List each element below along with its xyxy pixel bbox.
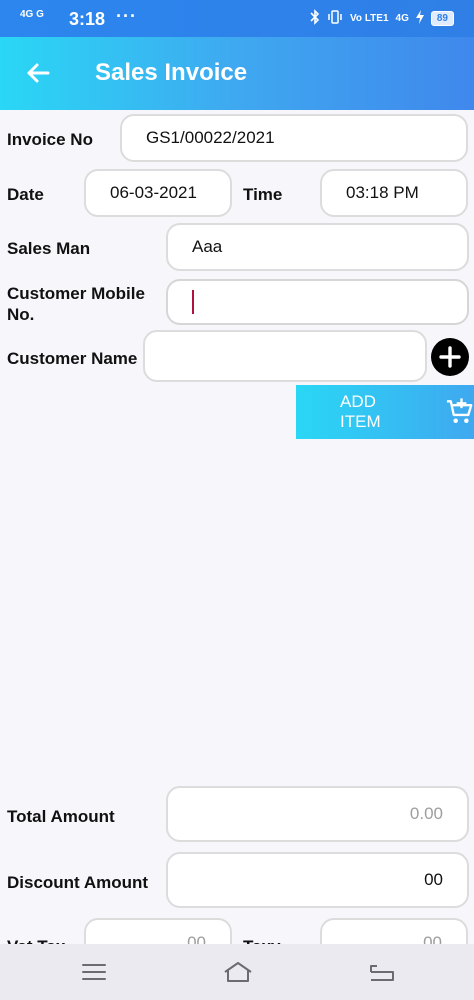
signal-indicator: 4G G [20,9,44,20]
text-cursor [192,290,194,314]
date-label: Date [7,185,44,204]
customer-mobile-label-line2: No. [7,305,35,324]
total-amount-field: 0.00 [166,786,469,842]
add-customer-button[interactable] [431,338,469,376]
page-title: Sales Invoice [95,59,248,86]
battery-indicator: 89 [430,11,454,26]
customer-mobile-label: Customer Mobile No. [7,283,145,325]
invoice-no-field[interactable]: GS1/00022/2021 [120,114,468,162]
sales-man-field[interactable]: Aaa [166,223,469,271]
app-bar: Sales Invoice [0,37,474,110]
menu-icon[interactable] [80,960,108,984]
system-nav-bar [0,944,474,1000]
back-arrow-icon[interactable] [22,57,54,89]
vibrate-icon [327,9,343,28]
back-nav-icon[interactable] [368,960,396,984]
customer-name-input[interactable] [143,330,427,382]
total-amount-label: Total Amount [7,807,115,826]
status-right-group: Vo LTE1 4G 89 [310,9,454,28]
more-notifications-icon: ··· [116,6,137,26]
sales-man-label: Sales Man [7,239,91,258]
home-icon[interactable] [222,960,254,984]
date-value: 06-03-2021 [110,183,197,202]
time-label: Time [243,185,283,204]
customer-mobile-label-line1: Customer Mobile [7,284,145,303]
total-amount-value: 0.00 [409,804,443,823]
plus-icon [439,346,461,368]
network-indicator: 4G [395,13,409,24]
customer-mobile-input[interactable] [166,279,469,325]
date-field[interactable]: 06-03-2021 [84,169,232,217]
add-to-cart-icon [446,398,473,423]
invoice-no-value: GS1/00022/2021 [146,128,275,147]
add-item-label: ADD ITEM [340,392,381,431]
time-value: 03:18 PM [346,183,419,202]
charging-icon [415,10,424,27]
status-time: 3:18 [69,9,106,29]
discount-amount-value: 00 [424,870,443,889]
add-item-button[interactable]: ADD ITEM [296,385,474,439]
bluetooth-icon [310,9,320,28]
volte-indicator: Vo LTE1 [350,13,389,24]
time-field[interactable]: 03:18 PM [320,169,468,217]
sales-man-value: Aaa [192,237,223,256]
discount-amount-input[interactable]: 00 [166,852,469,908]
status-bar: 4G G 3:18 ··· Vo LTE1 4G 89 [0,0,474,37]
customer-name-label: Customer Name [7,349,138,368]
discount-amount-label: Discount Amount [7,873,149,892]
invoice-no-label: Invoice No [7,130,93,149]
